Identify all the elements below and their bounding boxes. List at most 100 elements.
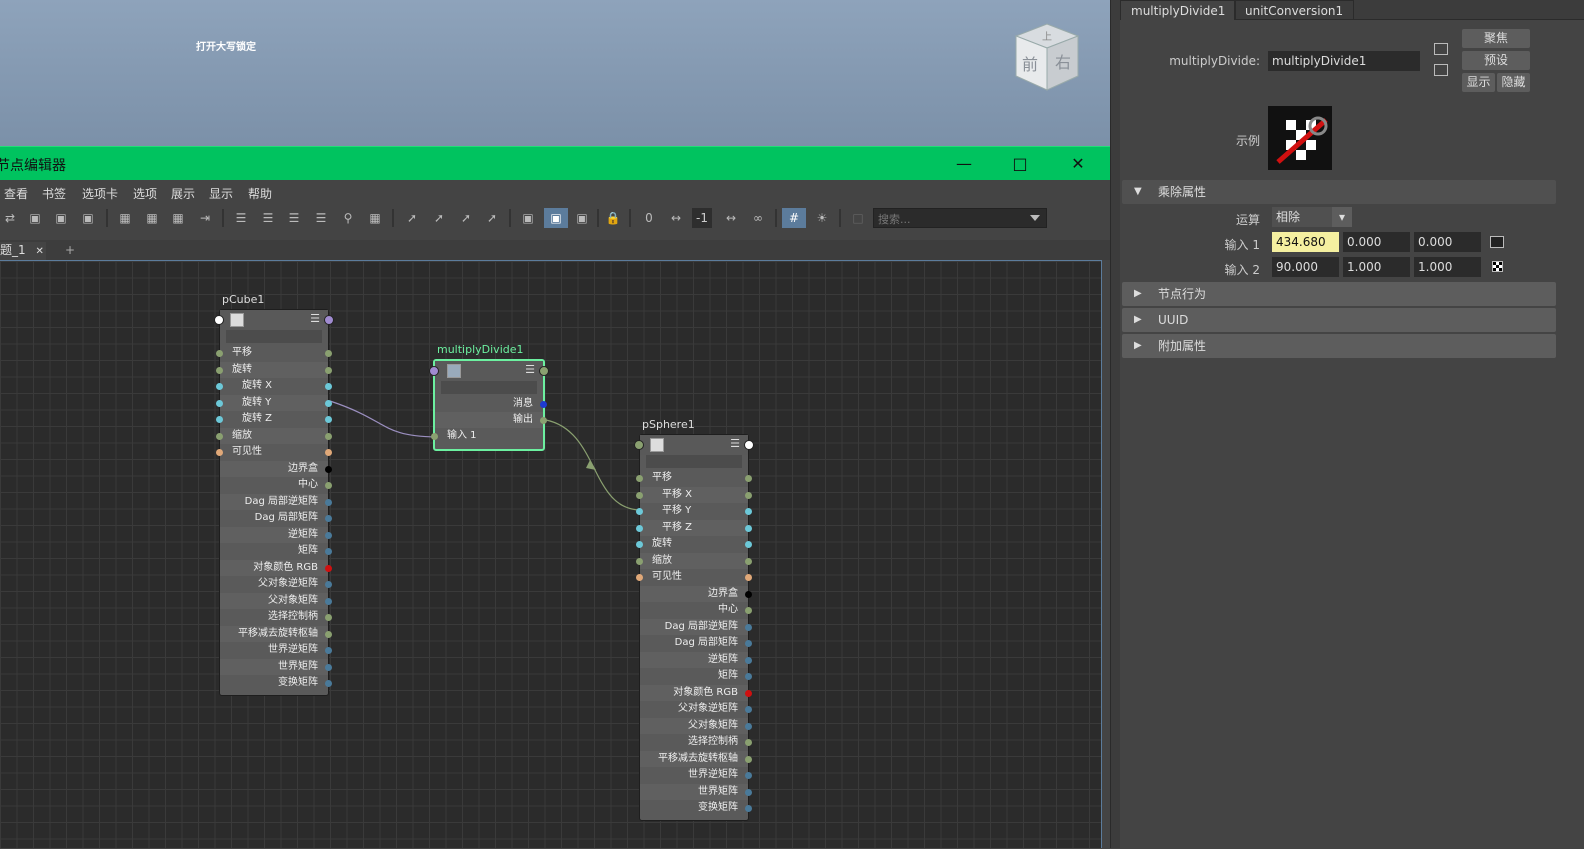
- output-port[interactable]: [325, 399, 332, 407]
- align-icon[interactable]: ⇥: [195, 208, 215, 228]
- input-port[interactable]: [216, 449, 223, 456]
- input-attribute-row[interactable]: 平移: [216, 345, 332, 361]
- input-output-icon[interactable]: [1434, 43, 1448, 55]
- section-multiply-divide-attributes[interactable]: ▼ 乘除属性: [1122, 180, 1556, 204]
- input-port[interactable]: [214, 315, 224, 325]
- output-port[interactable]: [745, 788, 752, 796]
- input-attribute-row[interactable]: 缩放: [636, 552, 752, 569]
- link-icon[interactable]: ∞: [748, 208, 768, 228]
- output-row[interactable]: 输出: [435, 412, 547, 428]
- input-attribute-row[interactable]: 可见性: [636, 569, 752, 585]
- output-attribute-row[interactable]: 平移减去旋转枢轴: [640, 750, 752, 767]
- add-node-icon[interactable]: ▣: [518, 208, 538, 228]
- output-port[interactable]: [325, 498, 332, 506]
- input-port[interactable]: [216, 432, 223, 440]
- menu-show[interactable]: 展示: [171, 185, 195, 202]
- input-port[interactable]: [216, 416, 223, 423]
- output-port[interactable]: [745, 557, 752, 565]
- full-mode-icon[interactable]: ☰: [284, 208, 304, 228]
- output-port[interactable]: [325, 383, 332, 390]
- output-icon[interactable]: [1434, 64, 1448, 76]
- output-port[interactable]: [325, 581, 332, 588]
- snap-icon[interactable]: ☀: [812, 208, 832, 228]
- menu-help[interactable]: 帮助: [248, 185, 272, 202]
- output-port[interactable]: [745, 491, 752, 499]
- input1-row[interactable]: 输入 1: [431, 428, 543, 444]
- 3d-viewport[interactable]: 打开大写锁定 上 前 右: [0, 0, 1110, 148]
- output-port[interactable]: [325, 350, 332, 357]
- psphere1-node[interactable]: pSphere1 ☰ 平移 平移 X 平移 Y 平移 Z 旋转 缩放 可见性 边界盒 中心 Dag…: [634, 418, 754, 821]
- graph-icon[interactable]: ▦: [365, 208, 385, 228]
- menu-tabs[interactable]: 选项卡: [82, 185, 118, 202]
- output-attribute-row[interactable]: 变换矩阵: [640, 800, 752, 816]
- connection-icon[interactable]: [1490, 236, 1504, 248]
- output-port[interactable]: [325, 465, 332, 473]
- output-port[interactable]: [325, 548, 332, 555]
- close-icon[interactable]: ✕: [35, 246, 43, 257]
- output-attribute-row[interactable]: 逆矩阵: [640, 651, 752, 668]
- output-attribute-row[interactable]: 边界盒: [220, 460, 332, 477]
- pin4-icon[interactable]: ➚: [482, 208, 502, 228]
- hide-button[interactable]: 隐藏: [1497, 73, 1530, 92]
- output-port[interactable]: [745, 739, 752, 746]
- output-attribute-row[interactable]: 父对象逆矩阵: [640, 701, 752, 717]
- search-input[interactable]: 搜索...: [873, 208, 1047, 228]
- output-attribute-row[interactable]: Dag 局部矩阵: [640, 635, 752, 651]
- output-port[interactable]: [745, 574, 752, 581]
- port[interactable]: [540, 417, 547, 424]
- output-port[interactable]: [745, 673, 752, 680]
- output-port[interactable]: [745, 590, 752, 598]
- output-port[interactable]: [325, 515, 332, 522]
- input-port[interactable]: [636, 524, 643, 532]
- pin2-icon[interactable]: ➚: [429, 208, 449, 228]
- output-port[interactable]: [745, 607, 752, 614]
- output-port[interactable]: [745, 475, 752, 482]
- menu-icon[interactable]: ☰: [310, 312, 320, 325]
- minimize-button[interactable]: —: [944, 151, 984, 177]
- frame-selected-icon[interactable]: ▦: [142, 208, 162, 228]
- tab-untitled[interactable]: 题_1 ✕: [0, 242, 46, 260]
- output-attribute-row[interactable]: 选择控制柄: [220, 609, 332, 625]
- output-attribute-row[interactable]: 世界逆矩阵: [220, 642, 332, 658]
- output-attribute-row[interactable]: 世界矩阵: [640, 783, 752, 800]
- output-port[interactable]: [325, 680, 332, 687]
- input-port[interactable]: [216, 350, 223, 357]
- zero-icon[interactable]: 0: [639, 208, 659, 228]
- spread-icon[interactable]: ↔: [666, 208, 686, 228]
- lock-icon[interactable]: 🔒: [603, 208, 623, 228]
- step-field[interactable]: -1: [692, 208, 712, 228]
- pin-icon[interactable]: ➚: [402, 208, 422, 228]
- checker-icon[interactable]: [1492, 261, 1503, 272]
- input-attribute-row[interactable]: 旋转: [216, 361, 332, 378]
- menu-view[interactable]: 查看: [4, 185, 28, 202]
- output-attribute-row[interactable]: Dag 局部逆矩阵: [220, 493, 332, 510]
- custom-mode-icon[interactable]: ☰: [311, 208, 331, 228]
- output-port[interactable]: [325, 449, 332, 456]
- tab-unitconversion1[interactable]: unitConversion1: [1234, 0, 1355, 20]
- menu-bookmarks[interactable]: 书签: [42, 185, 66, 202]
- title-bar[interactable]: 节点编辑器 — □ ✕: [0, 146, 1110, 180]
- input-attribute-row[interactable]: 平移 Y: [636, 503, 752, 519]
- output-port[interactable]: [745, 722, 752, 730]
- output-port[interactable]: [745, 772, 752, 779]
- input2-z-field[interactable]: 1.000: [1414, 257, 1481, 277]
- output-port[interactable]: [325, 630, 332, 638]
- input-attribute-row[interactable]: 旋转 X: [216, 378, 332, 394]
- presets-button[interactable]: 预设: [1462, 51, 1530, 70]
- output-connection[interactable]: [545, 419, 643, 511]
- input-port[interactable]: [216, 399, 223, 407]
- output-attribute-row[interactable]: Dag 局部逆矩阵: [640, 618, 752, 635]
- port[interactable]: [540, 401, 547, 408]
- output-port[interactable]: [745, 541, 752, 548]
- output-attribute-row[interactable]: 平移减去旋转枢轴: [220, 625, 332, 642]
- output-port[interactable]: [745, 640, 752, 647]
- layout-icon[interactable]: ▦: [168, 208, 188, 228]
- input-attribute-row[interactable]: 旋转: [636, 536, 752, 552]
- input-attribute-row[interactable]: 缩放: [216, 427, 332, 444]
- output-port[interactable]: [745, 706, 752, 713]
- tab-multiplydivide1[interactable]: multiplyDivide1: [1120, 0, 1237, 20]
- search-icon[interactable]: ⚲: [338, 208, 358, 228]
- input2-y-field[interactable]: 1.000: [1343, 257, 1410, 277]
- output-port[interactable]: [745, 508, 752, 515]
- spread2-icon[interactable]: ↔: [721, 208, 741, 228]
